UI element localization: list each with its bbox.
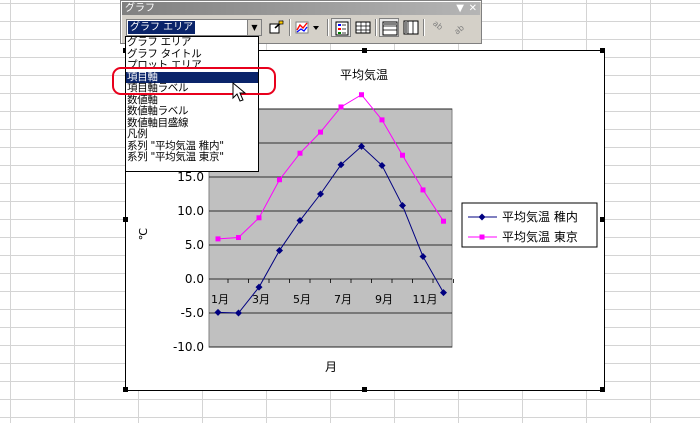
chevron-down-icon[interactable]: ▼	[247, 20, 261, 35]
y-tick-label: 5.0	[185, 238, 204, 252]
toolbar-title: グラフ	[125, 3, 155, 14]
angle-text-upward-button[interactable]: ab	[449, 18, 469, 37]
data-point-tokyo[interactable]	[420, 187, 426, 193]
toolbar-separator	[375, 19, 377, 36]
x-tick-label: 9月	[375, 293, 393, 306]
toolbar-separator	[327, 19, 329, 36]
legend-entry-tokyo: 平均気温 東京	[502, 229, 578, 244]
data-point-tokyo[interactable]	[338, 104, 344, 110]
toolbar-options-icon[interactable]: ▼	[456, 2, 464, 15]
selection-handle[interactable]	[600, 387, 605, 392]
data-point-tokyo[interactable]	[277, 177, 282, 183]
x-tick-label: 7月	[334, 293, 352, 306]
chart-type-icon	[295, 21, 319, 34]
data-point-tokyo[interactable]	[400, 152, 405, 158]
dropdown-item[interactable]: 数値軸ラベル	[126, 105, 258, 118]
legend[interactable]: 平均気温 稚内 平均気温 東京	[461, 202, 598, 248]
data-point-tokyo[interactable]	[379, 117, 385, 123]
chart-title[interactable]: 平均気温	[340, 67, 388, 82]
toolbar-separator	[423, 19, 425, 36]
legend-button[interactable]	[331, 18, 351, 37]
dropdown-item[interactable]: 系列 "平均気温 東京"	[126, 151, 258, 164]
combo-value: グラフ エリア	[128, 21, 196, 34]
data-point-tokyo[interactable]	[256, 215, 262, 221]
y-tick-label: 0.0	[185, 272, 204, 286]
angle-text-downward-button[interactable]: ab	[427, 18, 447, 37]
data-point-tokyo[interactable]	[236, 235, 241, 241]
selection-handle[interactable]	[600, 217, 605, 222]
format-chart-area-button[interactable]	[267, 18, 287, 37]
svg-text:ab: ab	[431, 20, 444, 32]
close-icon[interactable]: ✕	[469, 2, 477, 15]
by-column-button[interactable]	[401, 18, 421, 37]
y-axis-label[interactable]: ℃	[137, 228, 150, 240]
data-point-tokyo[interactable]	[215, 236, 221, 242]
by-column-icon	[403, 20, 419, 35]
y-tick-label: -5.0	[181, 306, 204, 320]
chart-objects-dropdown[interactable]: グラフ エリア グラフ タイトル プロット エリア 項目軸 項目軸ラベル 数値軸 数値軸ラベ…	[125, 36, 259, 172]
chart-type-button[interactable]	[293, 18, 323, 37]
data-point-tokyo[interactable]	[441, 218, 446, 224]
data-table-icon	[355, 21, 371, 34]
toolbar-separator	[289, 19, 291, 36]
data-point-tokyo[interactable]	[359, 92, 364, 98]
svg-text:ab: ab	[452, 23, 465, 35]
chart-objects-combo[interactable]: グラフ エリア ▼	[126, 19, 262, 36]
x-tick-label: 3月	[252, 293, 270, 306]
selection-handle[interactable]	[123, 387, 128, 392]
y-tick-label: 10.0	[177, 204, 204, 218]
angle-text-up-icon: ab	[452, 23, 465, 35]
y-tick-label: -10.0	[173, 340, 204, 354]
data-point-tokyo[interactable]	[318, 129, 323, 135]
selection-handle[interactable]	[123, 217, 128, 222]
selection-handle[interactable]	[362, 387, 367, 392]
angle-text-down-icon: ab	[431, 20, 444, 32]
data-table-button[interactable]	[353, 18, 373, 37]
dropdown-item[interactable]: 凡例	[126, 128, 258, 141]
legend-entry-wakkanai: 平均気温 稚内	[502, 209, 578, 224]
selection-handle[interactable]	[600, 48, 605, 53]
format-icon	[269, 20, 284, 34]
toolbar-titlebar[interactable]: グラフ ▼ ✕	[122, 2, 480, 15]
x-tick-label: 1月	[211, 293, 229, 306]
mouse-cursor-icon	[232, 82, 247, 102]
dropdown-item[interactable]: プロット エリア	[126, 59, 258, 72]
legend-marker-square	[479, 234, 485, 240]
x-tick-label: 5月	[293, 293, 311, 306]
selection-handle[interactable]	[362, 48, 367, 53]
legend-icon	[335, 21, 349, 36]
by-row-icon	[382, 21, 398, 36]
data-point-tokyo[interactable]	[297, 150, 303, 156]
by-row-button[interactable]	[379, 18, 399, 37]
x-axis-label[interactable]: 月	[325, 360, 337, 374]
y-tick-label: 15.0	[177, 170, 204, 184]
x-tick-label: 11月	[413, 293, 438, 306]
dropdown-item[interactable]: グラフ エリア	[126, 37, 258, 49]
